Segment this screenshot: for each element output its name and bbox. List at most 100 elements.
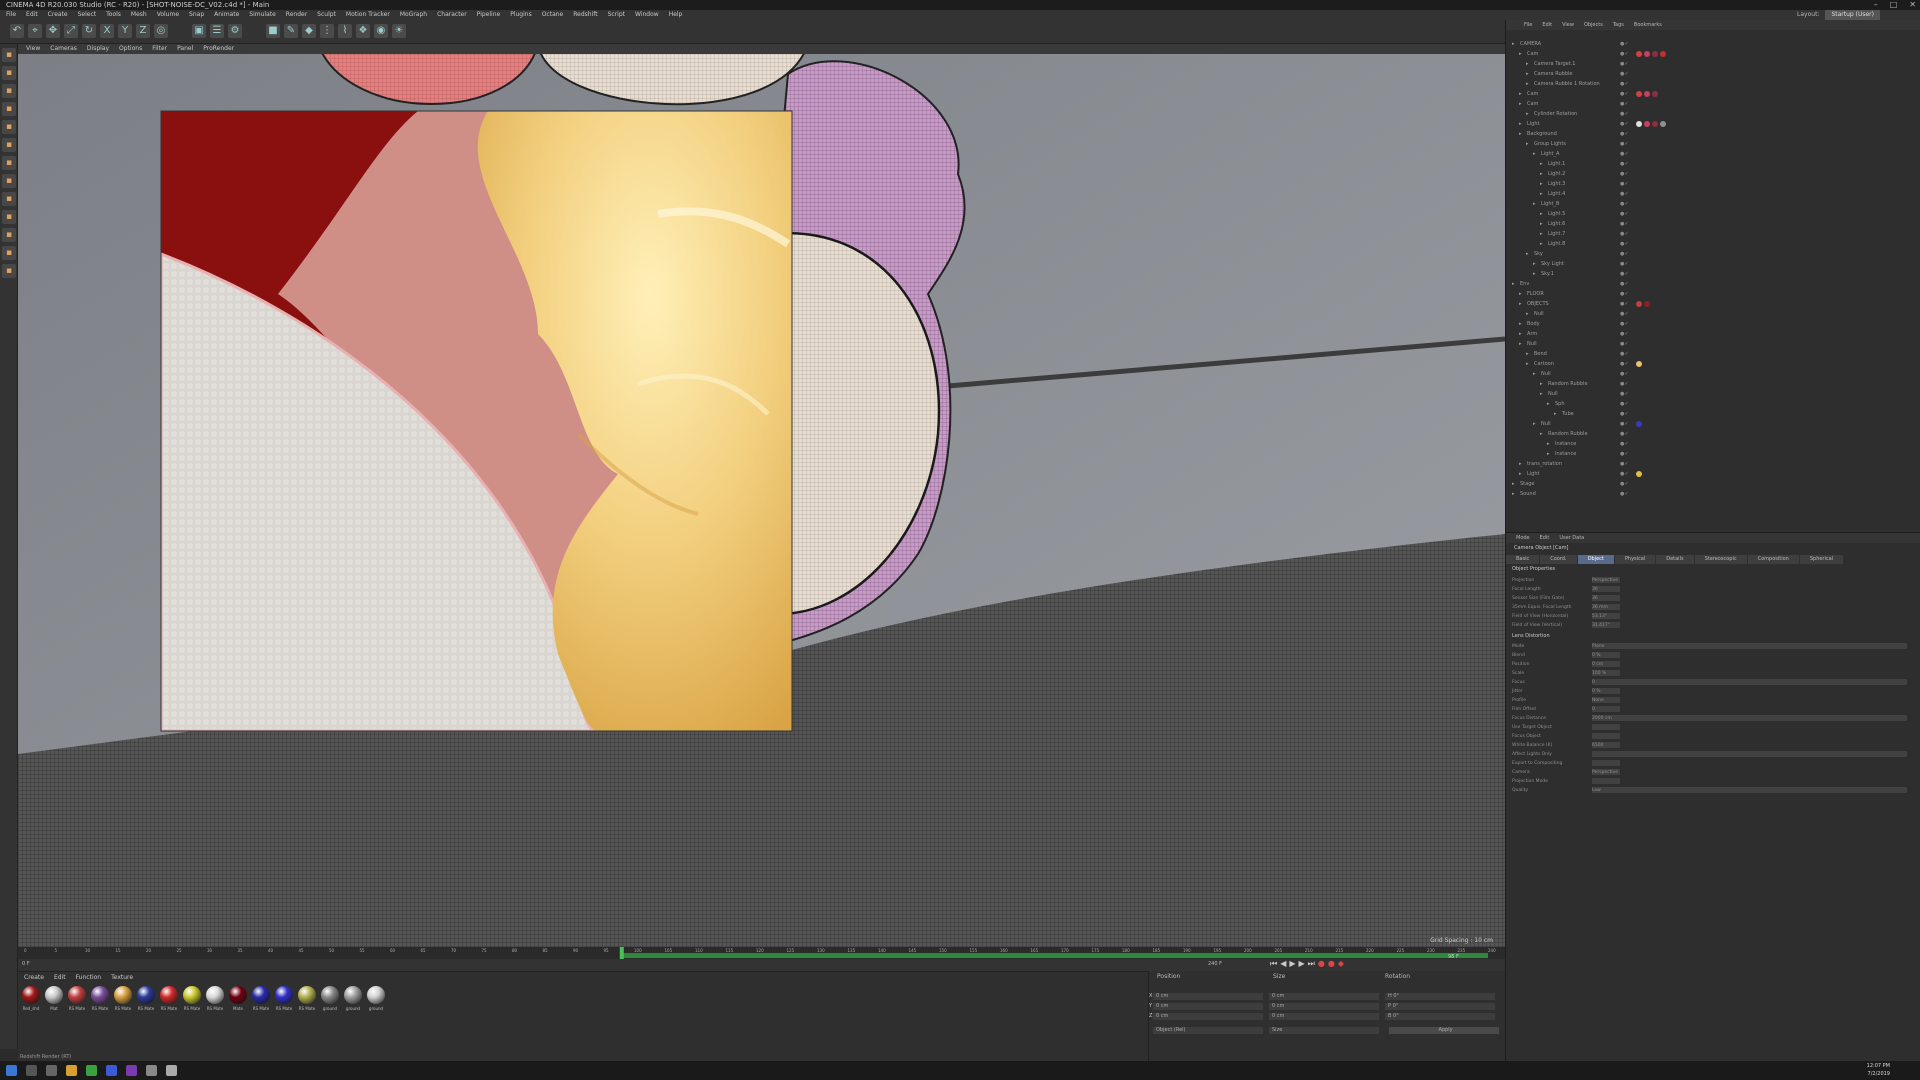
menu-animate[interactable]: Animate xyxy=(214,10,239,20)
visibility-icon[interactable]: ●✓ xyxy=(1620,250,1629,258)
object-menu-view[interactable]: View xyxy=(1562,20,1574,30)
attribute-field[interactable]: Low xyxy=(1592,787,1907,793)
visibility-icon[interactable]: ●✓ xyxy=(1620,50,1629,58)
viewport-menu-cameras[interactable]: Cameras xyxy=(50,44,77,54)
expand-icon[interactable]: ▸ xyxy=(1512,480,1515,488)
expand-icon[interactable]: ▸ xyxy=(1526,140,1529,148)
object-tag-icon[interactable] xyxy=(1636,301,1642,307)
visibility-icon[interactable]: ●✓ xyxy=(1620,490,1629,498)
start-frame-field[interactable]: 0 F xyxy=(22,961,30,967)
visibility-icon[interactable]: ●✓ xyxy=(1620,40,1629,48)
record-icon[interactable]: ● xyxy=(1318,959,1325,971)
menu-mesh[interactable]: Mesh xyxy=(131,10,147,20)
visibility-icon[interactable]: ●✓ xyxy=(1620,340,1629,348)
camera-icon[interactable]: ◉ xyxy=(374,24,388,38)
menu-redshift[interactable]: Redshift xyxy=(573,10,597,20)
material-menu-create[interactable]: Create xyxy=(24,974,44,981)
move-icon[interactable]: ✥ xyxy=(46,24,60,38)
visibility-icon[interactable]: ●✓ xyxy=(1620,110,1629,118)
menu-volume[interactable]: Volume xyxy=(157,10,179,20)
attribute-field[interactable] xyxy=(1592,778,1620,784)
object-row[interactable]: ▸ Sky.1 ●✓ xyxy=(1506,270,1916,278)
object-row[interactable]: ▸ Null ●✓ xyxy=(1506,310,1916,318)
scale-icon[interactable]: ⤢ xyxy=(64,24,78,38)
expand-icon[interactable]: ▸ xyxy=(1526,60,1529,68)
soft-select-icon[interactable]: ▪ xyxy=(2,246,16,260)
rotate-icon[interactable]: ↻ xyxy=(82,24,96,38)
expand-icon[interactable]: ▸ xyxy=(1533,150,1536,158)
file-explorer-icon[interactable] xyxy=(66,1065,77,1076)
task-view-icon[interactable] xyxy=(46,1065,57,1076)
object-tag-icon[interactable] xyxy=(1636,361,1642,367)
visibility-icon[interactable]: ●✓ xyxy=(1620,360,1629,368)
material-menu-edit[interactable]: Edit xyxy=(54,974,66,981)
uv-mode-icon[interactable]: ▪ xyxy=(2,174,16,188)
autokey-icon[interactable]: ● xyxy=(1328,959,1335,971)
material-swatch[interactable]: RS Mate xyxy=(91,986,109,1011)
obs-icon[interactable] xyxy=(166,1065,177,1076)
paint-icon[interactable]: ▪ xyxy=(2,264,16,278)
expand-icon[interactable]: ▸ xyxy=(1533,200,1536,208)
attribute-field[interactable] xyxy=(1592,751,1907,757)
visibility-icon[interactable]: ●✓ xyxy=(1620,170,1629,178)
attribute-field[interactable]: 0 xyxy=(1592,679,1907,685)
menu-simulate[interactable]: Simulate xyxy=(249,10,276,20)
visibility-icon[interactable]: ●✓ xyxy=(1620,130,1629,138)
menu-pipeline[interactable]: Pipeline xyxy=(477,10,500,20)
model-mode-icon[interactable]: ▪ xyxy=(2,66,16,80)
object-menu-bookmarks[interactable]: Bookmarks xyxy=(1634,20,1662,30)
viewport-menu-filter[interactable]: Filter xyxy=(152,44,167,54)
object-row[interactable]: ▸ Sky Light ●✓ xyxy=(1506,260,1916,268)
expand-icon[interactable]: ▸ xyxy=(1519,470,1522,478)
object-row[interactable]: ▸ Env ●✓ xyxy=(1506,280,1916,288)
visibility-icon[interactable]: ●✓ xyxy=(1620,120,1629,128)
attribute-field[interactable]: 0 % xyxy=(1592,652,1620,658)
edges-mode-icon[interactable]: ▪ xyxy=(2,138,16,152)
object-row[interactable]: ▸ Camera Rubble ●✓ xyxy=(1506,70,1916,78)
visibility-icon[interactable]: ●✓ xyxy=(1620,60,1629,68)
material-swatch[interactable]: ground xyxy=(344,986,362,1011)
subdivision-icon[interactable]: ◆ xyxy=(302,24,316,38)
visibility-icon[interactable]: ●✓ xyxy=(1620,460,1629,468)
object-row[interactable]: ▸ Group Lights ●✓ xyxy=(1506,140,1916,148)
next-frame-icon[interactable]: ▶ xyxy=(1299,959,1305,971)
premiere-icon[interactable] xyxy=(126,1065,137,1076)
visibility-icon[interactable]: ●✓ xyxy=(1620,100,1629,108)
object-row[interactable]: ▸ Random Rubble ●✓ xyxy=(1506,430,1916,438)
object-row[interactable]: ▸ Light.5 ●✓ xyxy=(1506,210,1916,218)
material-swatch[interactable]: Mate xyxy=(229,986,247,1011)
material-swatch[interactable]: RS Mate xyxy=(252,986,270,1011)
render-settings-icon[interactable]: ⚙ xyxy=(228,24,242,38)
object-row[interactable]: ▸ Sph ●✓ xyxy=(1506,400,1916,408)
object-tag-icon[interactable] xyxy=(1636,421,1642,427)
coord-pos-x-field[interactable]: 0 cm xyxy=(1153,993,1263,1000)
visibility-icon[interactable]: ●✓ xyxy=(1620,420,1629,428)
object-row[interactable]: ▸ Tube ●✓ xyxy=(1506,410,1916,418)
world-coord-icon[interactable]: ◎ xyxy=(154,24,168,38)
expand-icon[interactable]: ▸ xyxy=(1540,210,1543,218)
material-swatch[interactable]: RS Mate xyxy=(275,986,293,1011)
render-view-icon[interactable]: ▣ xyxy=(192,24,206,38)
attribute-field[interactable]: 2000 cm xyxy=(1592,715,1907,721)
material-swatch[interactable]: RS Mate xyxy=(160,986,178,1011)
object-menu-objects[interactable]: Objects xyxy=(1584,20,1603,30)
attribute-field[interactable]: Plane xyxy=(1592,643,1907,649)
object-tag-icon[interactable] xyxy=(1636,121,1642,127)
object-menu-edit[interactable]: Edit xyxy=(1542,20,1552,30)
menu-edit[interactable]: Edit xyxy=(26,10,38,20)
object-row[interactable]: ▸ Instance ●✓ xyxy=(1506,440,1916,448)
visibility-icon[interactable]: ●✓ xyxy=(1620,440,1629,448)
material-swatch[interactable]: ground xyxy=(321,986,339,1011)
object-row[interactable]: ▸ Light_B ●✓ xyxy=(1506,200,1916,208)
polygons-mode-icon[interactable]: ▪ xyxy=(2,156,16,170)
expand-icon[interactable]: ▸ xyxy=(1533,270,1536,278)
expand-icon[interactable]: ▸ xyxy=(1519,320,1522,328)
play-icon[interactable]: ▶ xyxy=(1289,959,1295,971)
material-swatch[interactable]: Red_shd xyxy=(22,986,40,1011)
expand-icon[interactable]: ▸ xyxy=(1519,130,1522,138)
coord-size-x-field[interactable]: 0 cm xyxy=(1269,993,1379,1000)
menu-mograph[interactable]: MoGraph xyxy=(400,10,427,20)
system-clock[interactable]: 12:07 PM 7/2/2019 xyxy=(1867,1062,1890,1078)
object-row[interactable]: ▸ Null ●✓ xyxy=(1506,390,1916,398)
expand-icon[interactable]: ▸ xyxy=(1540,180,1543,188)
